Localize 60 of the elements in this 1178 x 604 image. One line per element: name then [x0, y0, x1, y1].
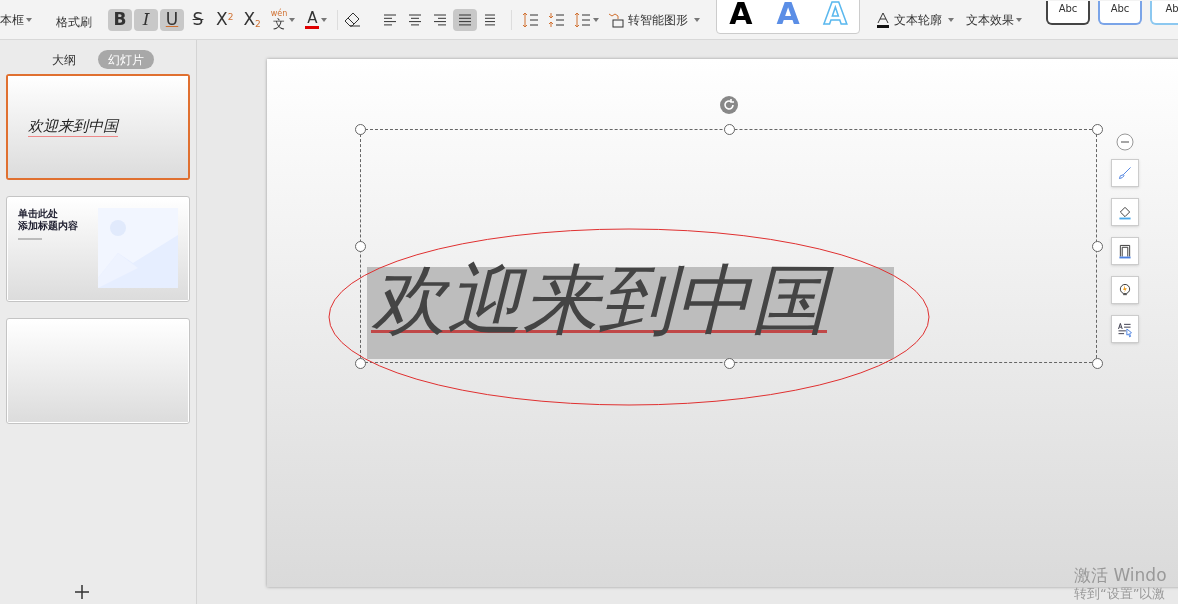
resize-handle[interactable] — [1092, 241, 1103, 252]
shape-style-swatch[interactable]: Ab — [1150, 0, 1178, 25]
line-spacing-icon[interactable] — [547, 11, 566, 28]
textbox-button[interactable]: 本框 — [0, 4, 40, 35]
resize-handle[interactable] — [724, 358, 735, 369]
resize-handle[interactable] — [724, 124, 735, 135]
align-icon — [407, 12, 424, 27]
line-spacing-icon[interactable] — [573, 11, 592, 28]
format-button[interactable]: X$^{2}$ — [212, 8, 238, 31]
resize-handle[interactable] — [355, 241, 366, 252]
smart-shape-icon — [608, 11, 625, 28]
eraser-icon[interactable] — [344, 11, 363, 28]
format-painter-button[interactable]: 格式刷 — [48, 4, 100, 35]
shape-style-swatch[interactable]: Abc — [1046, 0, 1090, 25]
caret-icon — [694, 17, 701, 22]
align-icon — [432, 12, 449, 27]
subtitle-line — [18, 238, 42, 240]
caret-icon — [289, 17, 296, 22]
slide-thumb-text: 单击此处 — [18, 208, 59, 220]
format-button[interactable]: X$_{2}$ — [239, 8, 265, 31]
slide-thumbnail[interactable]: 单击此处 添加标题内容 — [6, 196, 190, 302]
caret-icon — [593, 17, 600, 22]
slide-thumb-title: 欢迎来到中国 — [28, 117, 118, 137]
panel-tab[interactable]: 大纲 — [42, 50, 86, 69]
align-icon — [457, 12, 474, 27]
caret-icon — [321, 17, 328, 22]
format-button[interactable]: A — [301, 8, 332, 31]
align-button[interactable] — [453, 8, 478, 31]
border-frame-icon[interactable] — [1111, 237, 1139, 265]
format-button[interactable]: B — [108, 8, 132, 31]
text-effect-button[interactable]: 文本效果 — [966, 10, 1022, 29]
slide-thumbnail[interactable]: 欢迎来到中国 — [6, 74, 190, 180]
text-select-icon[interactable] — [1111, 315, 1139, 343]
text-outline-button[interactable]: 文本轮廓 — [876, 10, 954, 29]
lightbulb-icon[interactable] — [1111, 276, 1139, 304]
format-button[interactable]: wén 文 — [266, 8, 300, 31]
fill-bucket-icon[interactable] — [1111, 198, 1139, 226]
collapse-icon[interactable] — [1116, 133, 1134, 151]
outline-letter-icon — [876, 11, 890, 28]
add-slide-icon[interactable] — [74, 584, 90, 600]
resize-handle[interactable] — [355, 358, 366, 369]
text-style-swatch[interactable]: A — [729, 0, 753, 29]
caret-icon — [26, 17, 32, 22]
caret-icon — [1016, 17, 1022, 22]
slide-thumb-text: 添加标题内容 — [18, 220, 79, 232]
line-spacing-icon[interactable] — [521, 11, 540, 28]
resize-handle[interactable] — [1092, 124, 1103, 135]
activation-hint: 转到“设置”以激 — [1074, 586, 1167, 603]
format-button[interactable]: I — [134, 8, 158, 31]
caret-icon — [948, 17, 954, 22]
activation-notice: 激活 Windo — [1074, 565, 1167, 587]
resize-handle[interactable] — [1092, 358, 1103, 369]
resize-handle[interactable] — [355, 124, 366, 135]
slide-thumbnail[interactable] — [6, 318, 190, 424]
rotate-handle-icon[interactable] — [719, 95, 739, 115]
smart-shape-button[interactable]: 转智能图形 — [608, 10, 701, 29]
format-button[interactable]: U — [160, 8, 184, 31]
align-icon — [382, 12, 399, 27]
format-button[interactable]: S — [186, 8, 210, 31]
shape-style-swatch[interactable]: Abc — [1098, 0, 1142, 25]
